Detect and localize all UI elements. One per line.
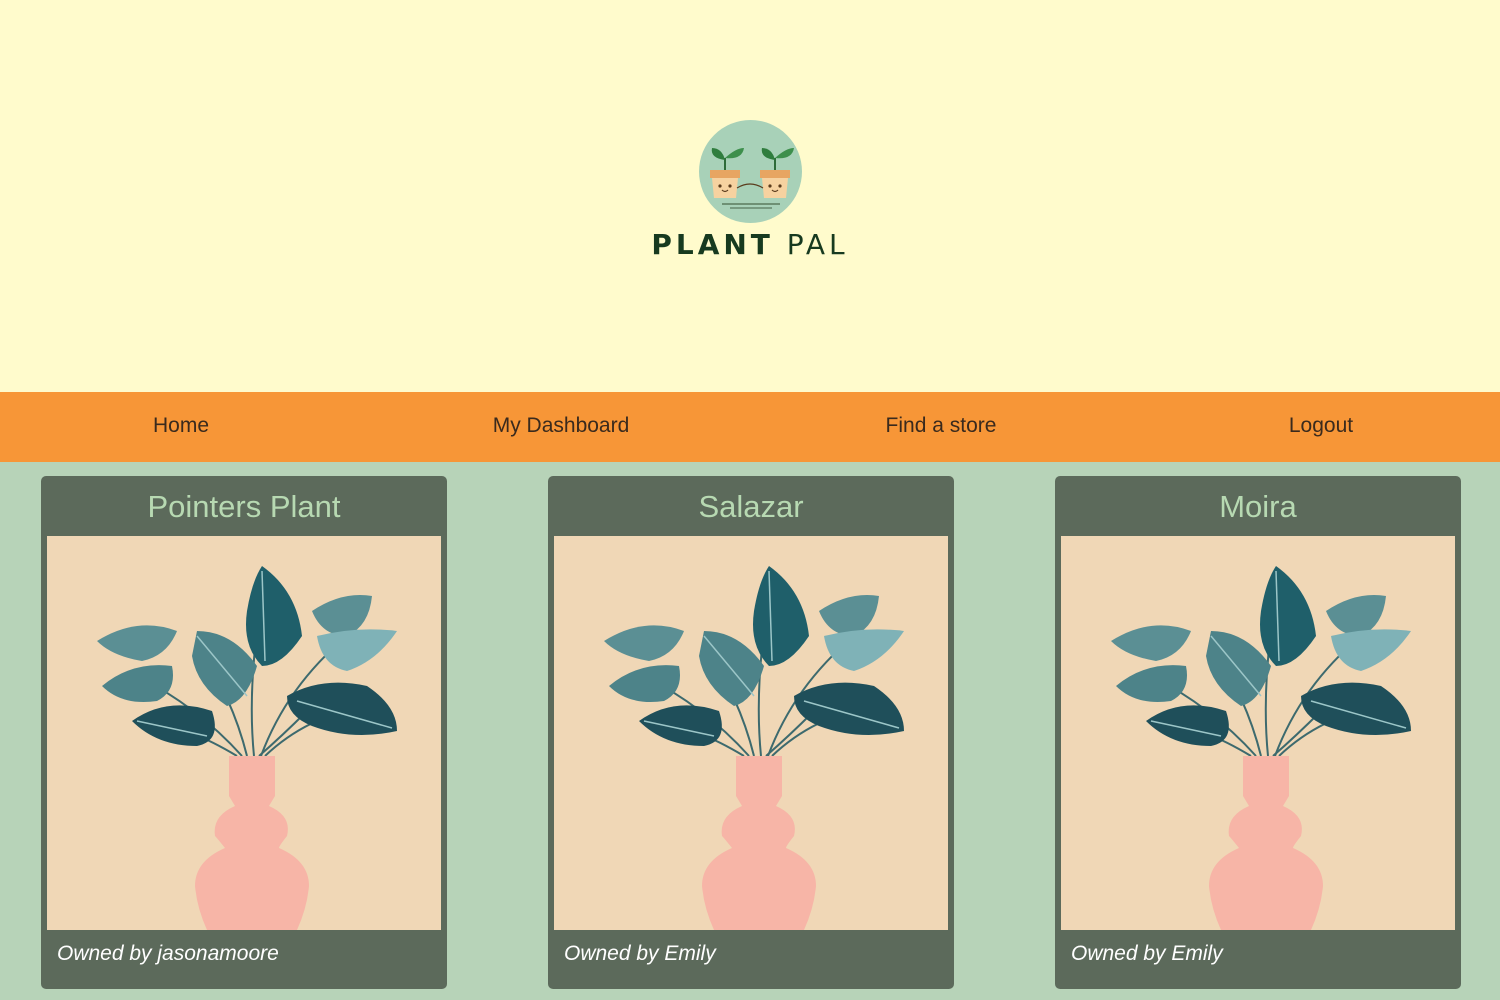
nav-logout-link[interactable]: Logout	[1289, 392, 1353, 462]
site-header: PLANT PAL	[0, 0, 1500, 392]
plant-owner: Owned by Emily	[1071, 942, 1223, 965]
plant-card[interactable]: Salazar Owned by Emily	[548, 476, 954, 989]
nav-find-store-link[interactable]: Find a store	[886, 392, 997, 462]
plant-owner: Owned by Emily	[564, 942, 716, 965]
plant-in-vase-illustration	[1061, 536, 1455, 930]
plant-pots-logo-icon	[710, 148, 794, 209]
plant-card[interactable]: Pointers Plant Owned by jasonamoore	[41, 476, 447, 989]
plant-name: Salazar	[698, 489, 804, 524]
main-nav: Home My Dashboard Find a store Logout	[0, 392, 1500, 462]
plant-in-vase-illustration	[554, 536, 948, 930]
brand-name-light: PAL	[773, 228, 849, 261]
plant-in-vase-illustration	[47, 536, 441, 930]
plant-name: Pointers Plant	[147, 489, 341, 524]
brand-name: PLANT PAL	[640, 228, 860, 261]
nav-dashboard-link[interactable]: My Dashboard	[493, 392, 630, 462]
plant-pal-logo[interactable]: PLANT PAL	[640, 118, 860, 268]
brand-name-bold: PLANT	[651, 228, 774, 261]
plant-name: Moira	[1219, 489, 1297, 524]
plant-owner: Owned by jasonamoore	[57, 942, 279, 965]
nav-home-link[interactable]: Home	[153, 392, 209, 462]
plant-card[interactable]: Moira Owned by Emily	[1055, 476, 1461, 989]
